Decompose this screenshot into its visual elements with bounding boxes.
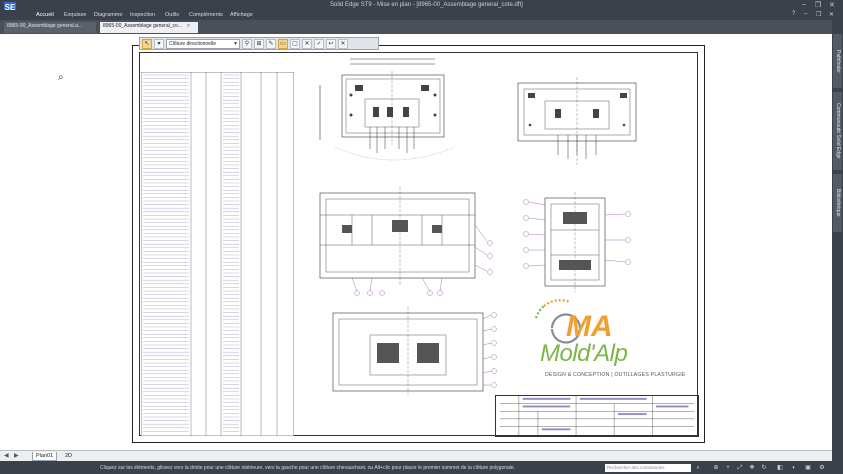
document-tab-label: 8965-00_Assemblage general.a...: [7, 23, 83, 29]
fit-view-icon[interactable]: ⤢: [736, 464, 744, 472]
zoom-area-icon[interactable]: ⊕: [712, 464, 720, 472]
logo-tagline: DESIGN & CONCEPTION | OUTILLAGES PLASTUR…: [545, 372, 686, 378]
document-tab-assemblage[interactable]: 8965-00_Assemblage general.a...: [4, 22, 96, 33]
clear-icon[interactable]: ✕: [302, 38, 312, 49]
tab-complements[interactable]: Compléments: [189, 12, 223, 18]
close-icon[interactable]: ✕: [338, 38, 348, 49]
document-tab-assemblage-cote[interactable]: 8965-00_Assemblage general_co... ✕: [100, 22, 198, 33]
zoom-in-icon[interactable]: +: [724, 464, 732, 472]
tab-diagramme[interactable]: Diagramme: [94, 12, 122, 18]
fence-mode-value: Clôture directionnelle: [169, 40, 216, 47]
tab-inspection[interactable]: Inspection: [130, 12, 155, 18]
window-icon[interactable]: ▭: [278, 38, 288, 49]
right-side-panel: Pathfinder Communauté Solid Edge Bibliot…: [832, 20, 843, 461]
rectangle-icon[interactable]: ▢: [290, 38, 300, 49]
ribbon-minimize-button[interactable]: –: [804, 11, 807, 17]
document-tab-strip: 8965-00_Assemblage general.a... 8965-00_…: [0, 20, 843, 34]
title-block[interactable]: [495, 395, 699, 437]
close-tab-icon[interactable]: ✕: [186, 23, 190, 29]
sheet-next-button[interactable]: ▶: [14, 452, 19, 459]
display-icon[interactable]: ▣: [804, 464, 812, 472]
sheet-prev-button[interactable]: ◀: [4, 452, 9, 459]
fence-mode-select[interactable]: Clôture directionnelle ▼: [166, 38, 240, 49]
drawing-view-bottom-section[interactable]: [325, 305, 500, 397]
window-title: Solid Edge ST9 - Mise en plan - [8965-00…: [330, 2, 523, 8]
drawing-view-top[interactable]: [315, 55, 470, 170]
tab-accueil[interactable]: Accueil: [36, 12, 54, 18]
options-icon[interactable]: ▾: [154, 38, 164, 49]
app-window: SE Solid Edge ST9 - Mise en plan - [8965…: [0, 0, 843, 474]
search-icon[interactable]: ⌕: [694, 464, 702, 472]
tab-outils[interactable]: Outils: [165, 12, 179, 18]
command-search-input[interactable]: Rechercher des commandes: [605, 464, 691, 472]
sheet-tab-strip: ◀ ▶ Plan01 2D: [0, 450, 832, 461]
drawing-view-right-top[interactable]: [510, 75, 645, 170]
chevron-down-icon: ▼: [233, 40, 238, 47]
select-arrow-icon[interactable]: ↖: [142, 38, 152, 49]
tab-esquisse[interactable]: Esquisse: [64, 12, 86, 18]
close-window-button[interactable]: ✕: [829, 1, 835, 9]
accept-icon[interactable]: ✓: [314, 38, 324, 49]
drawing-view-side[interactable]: [515, 190, 635, 295]
ribbon-tabs: Accueil Esquisse Diagramme Inspection Ou…: [0, 10, 843, 20]
status-bar: Cliquez sur les éléments, glissez vers l…: [0, 461, 843, 474]
status-prompt: Cliquez sur les éléments, glissez vers l…: [100, 465, 516, 471]
title-bar: SE Solid Edge ST9 - Mise en plan - [8965…: [0, 0, 843, 14]
bom-table[interactable]: [141, 72, 294, 436]
shading-icon[interactable]: ◐: [790, 464, 798, 472]
back-icon[interactable]: ↩: [326, 38, 336, 49]
settings-icon[interactable]: ⚙: [818, 464, 826, 472]
pan-icon[interactable]: ✥: [748, 464, 756, 472]
logo-brand-text: Mold'Alp: [540, 340, 628, 367]
maximize-button[interactable]: ❐: [815, 1, 821, 9]
brush-icon[interactable]: ✎: [266, 38, 276, 49]
help-button[interactable]: ?: [792, 11, 795, 17]
tab-affichage[interactable]: Affichage: [230, 12, 253, 18]
panel-tab-communaute[interactable]: Communauté Solid Edge: [833, 92, 842, 170]
sheet-tab-plan01[interactable]: Plan01: [32, 452, 58, 461]
ribbon-restore-button[interactable]: ❐: [816, 11, 821, 18]
selection-command-bar: ↖ ▾ Clôture directionnelle ▼ ⚲ ⊞ ✎ ▭ ▢ ✕…: [139, 37, 379, 50]
view-style-icon[interactable]: ◧: [776, 464, 784, 472]
sheet-tab-2d[interactable]: 2D: [62, 452, 75, 461]
document-tab-label: 8965-00_Assemblage general_co...: [103, 23, 182, 29]
drawing-view-front-section[interactable]: [312, 185, 502, 300]
panel-tab-pathfinder[interactable]: Pathfinder: [833, 34, 842, 88]
filter-icon[interactable]: ⚲: [242, 38, 252, 49]
minimize-button[interactable]: –: [802, 1, 806, 8]
select-all-icon[interactable]: ⊞: [254, 38, 264, 49]
logo-mark: MA: [566, 310, 613, 343]
panel-tab-bibliotheque[interactable]: Bibliothèque: [833, 174, 842, 232]
ribbon-close-button[interactable]: ✕: [829, 11, 834, 18]
magnifier-cursor-icon: ⌕: [58, 72, 64, 83]
rotate-icon[interactable]: ↻: [760, 464, 768, 472]
